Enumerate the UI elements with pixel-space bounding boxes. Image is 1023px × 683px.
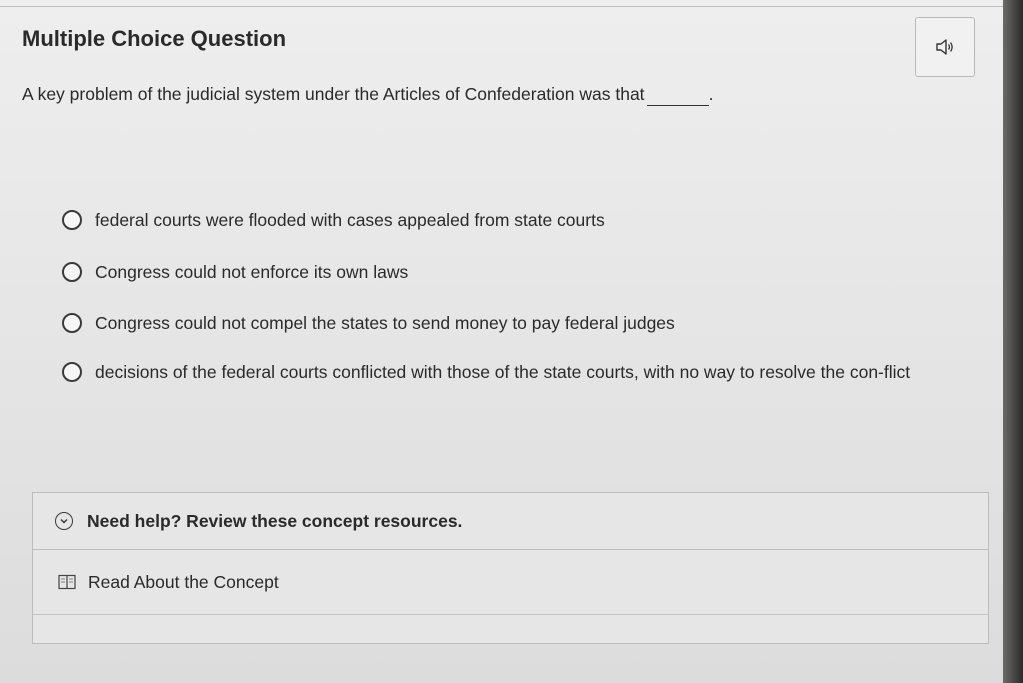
read-about-concept-link[interactable]: Read About the Concept [33, 550, 988, 615]
answer-option-2[interactable]: Congress could not enforce its own laws [62, 257, 975, 287]
help-toggle-label: Need help? Review these concept resource… [87, 510, 463, 531]
question-text: A key problem of the judicial system und… [22, 84, 645, 104]
option-label-text: decisions of the federal courts conflict… [95, 362, 911, 382]
answer-option-1[interactable]: federal courts were flooded with cases a… [62, 205, 975, 235]
option-label: Congress could not enforce its own laws [95, 262, 409, 282]
question-screen: Multiple Choice Question A key problem o… [0, 0, 1003, 683]
top-divider [0, 6, 1003, 7]
answer-option-3[interactable]: Congress could not compel the states to … [62, 308, 975, 338]
answer-option-4[interactable]: decisions of the federal courts conflict… [62, 357, 975, 387]
book-icon [58, 574, 76, 590]
read-aloud-button[interactable] [915, 17, 975, 77]
radio-button[interactable] [62, 362, 82, 382]
radio-button[interactable] [62, 262, 82, 282]
question-suffix: . [708, 84, 714, 104]
option-label: decisions of the federal courts conflict… [95, 357, 975, 387]
answer-blank [646, 84, 709, 106]
option-label: federal courts were flooded with cases a… [95, 210, 605, 230]
option-label: Congress could not compel the states to … [95, 313, 675, 333]
radio-button[interactable] [62, 313, 82, 333]
screen-edge [1003, 0, 1023, 683]
concept-resources-panel: Need help? Review these concept resource… [32, 492, 989, 644]
concept-resources-toggle[interactable]: Need help? Review these concept resource… [33, 493, 988, 550]
radio-button[interactable] [62, 210, 82, 230]
page-title: Multiple Choice Question [22, 26, 287, 51]
resource-label: Read About the Concept [88, 571, 279, 592]
speaker-icon [936, 39, 953, 55]
chevron-down-circle-icon[interactable] [55, 512, 73, 530]
question-prompt: A key problem of the judicial system und… [22, 84, 713, 106]
